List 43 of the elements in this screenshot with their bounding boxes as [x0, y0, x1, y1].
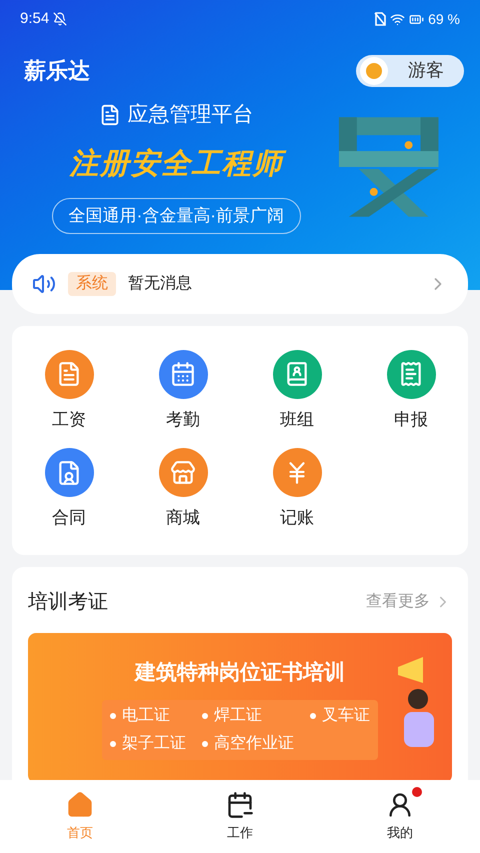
bullet-icon — [202, 713, 208, 719]
brand-logo: 薪乐达 — [24, 57, 90, 85]
home-icon — [66, 790, 94, 819]
certificate-name: 叉车证 — [322, 706, 370, 726]
muted-bell-icon — [53, 12, 68, 26]
certificate-icon — [99, 104, 122, 126]
store-icon — [170, 460, 196, 486]
app-label[interactable]: 工资 — [52, 406, 86, 432]
avatar-icon — [360, 56, 388, 84]
certificate-name: 焊工证 — [214, 706, 262, 726]
wifi-icon — [390, 12, 406, 26]
calendar-icon — [170, 361, 196, 387]
notice-bar[interactable]: 系统 暂无消息 — [12, 254, 468, 314]
bullet-icon — [202, 741, 208, 747]
app-icon[interactable] — [44, 448, 94, 497]
tab-item[interactable]: 我的 — [320, 780, 480, 853]
calendar-icon — [226, 790, 254, 819]
bullet-icon — [310, 713, 316, 719]
banner-tagline: 全国通用·含金量高·前景广阔 — [52, 198, 301, 234]
platform-title: 应急管理平台 — [127, 102, 254, 128]
app-label[interactable]: 考勤 — [166, 406, 200, 432]
system-tag: 系统 — [68, 272, 116, 296]
status-time: 9:54 — [20, 8, 50, 29]
tab-item[interactable]: 工作 — [160, 780, 320, 853]
promo-title: 建筑特种岗位证书培训 — [135, 660, 345, 686]
notice-message: 暂无消息 — [128, 274, 193, 294]
app-label[interactable]: 合同 — [52, 505, 86, 530]
no-sim-icon — [374, 12, 386, 26]
receipt-icon — [398, 361, 424, 387]
certificate-name: 电工证 — [122, 706, 170, 726]
app-icon[interactable] — [158, 448, 208, 497]
app-icon[interactable] — [272, 448, 322, 497]
bullet-icon — [110, 741, 116, 747]
app-label[interactable]: 班组 — [280, 406, 314, 432]
bullet-icon — [110, 713, 116, 719]
app-label[interactable]: 申报 — [394, 406, 428, 432]
section-title: 培训考证 — [28, 590, 108, 614]
certificate-name: 高空作业证 — [214, 734, 294, 754]
battery-level: 69 % — [428, 10, 460, 28]
guest-button[interactable]: 游客 — [356, 54, 464, 86]
app-label[interactable]: 商城 — [166, 505, 200, 530]
app-label[interactable]: 记账 — [280, 505, 314, 530]
certificate-name: 架子工证 — [122, 734, 186, 754]
